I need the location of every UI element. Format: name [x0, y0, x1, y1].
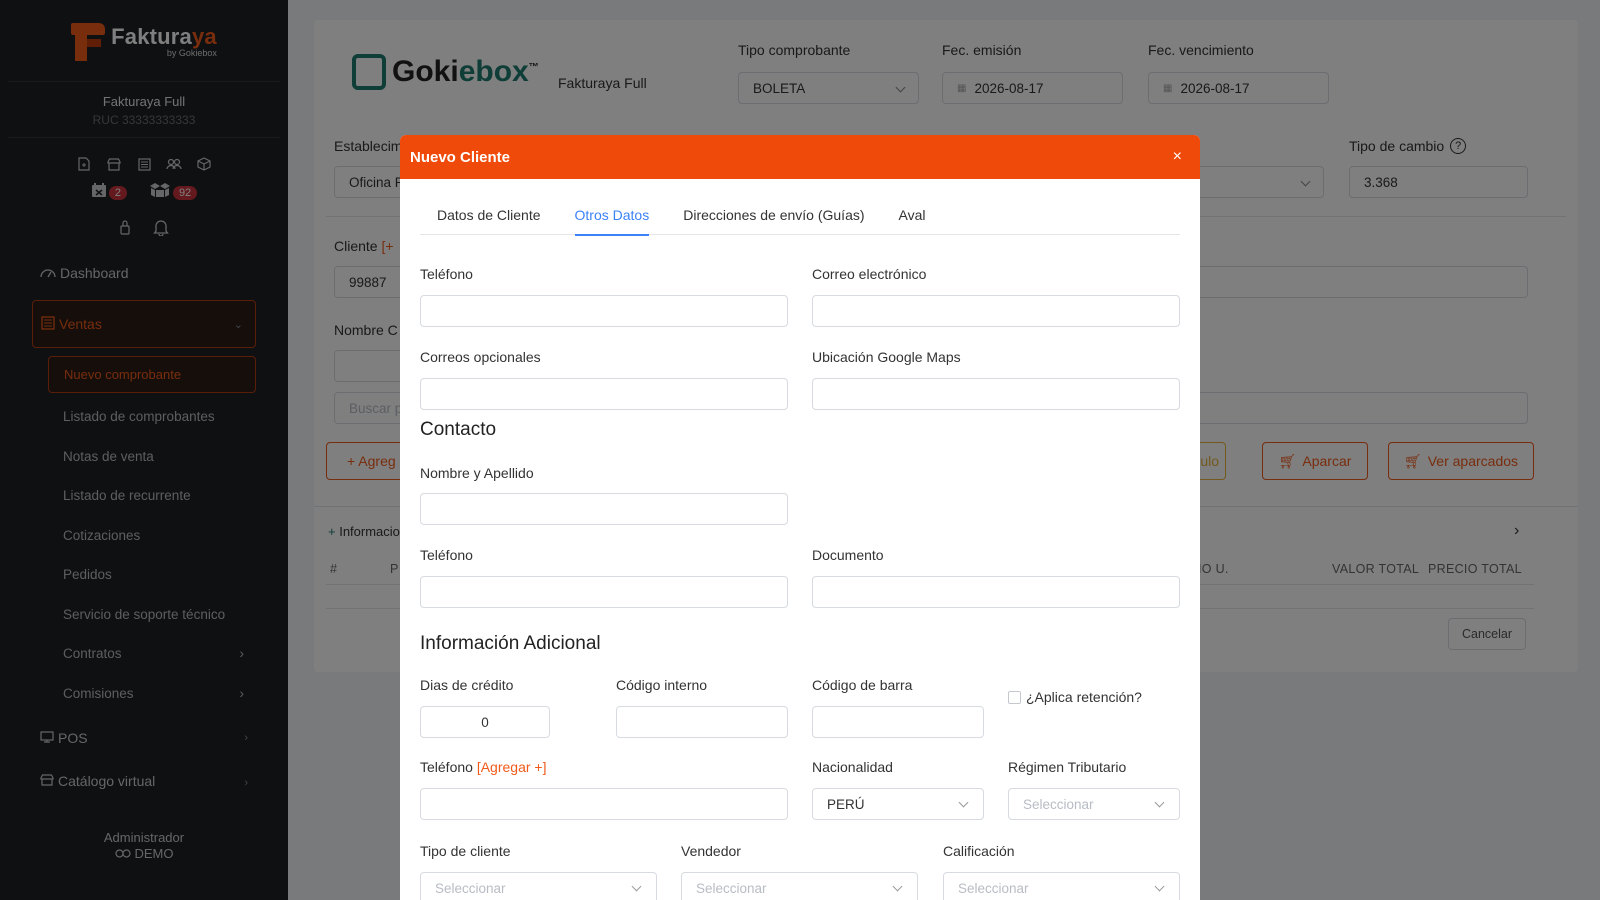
tab-otros-datos[interactable]: Otros Datos [558, 195, 667, 236]
info-adicional-section-title: Información Adicional [420, 633, 601, 654]
dias-credito-input[interactable]: 0 [420, 706, 550, 738]
nombre-apellido-label: Nombre y Apellido [420, 465, 534, 481]
correos-opcionales-label: Correos opcionales [420, 349, 541, 365]
modal-tabs: Datos de Cliente Otros Datos Direcciones… [420, 195, 1180, 236]
codigo-barra-input[interactable] [812, 706, 984, 738]
codigo-interno-label: Código interno [616, 677, 708, 693]
codigo-interno-input[interactable] [616, 706, 788, 738]
aplica-retencion-checkbox[interactable] [1008, 690, 1021, 704]
modal-title: Nuevo Cliente [410, 148, 511, 166]
dias-credito-label: Dias de crédito [420, 677, 514, 693]
aplica-retencion-label: ¿Aplica retención? [1026, 689, 1142, 705]
documento-input[interactable] [812, 576, 1180, 608]
telefono-label: Teléfono [420, 266, 473, 282]
tipo-cliente-label: Tipo de cliente [420, 843, 511, 859]
telefono2-input[interactable] [420, 788, 788, 820]
tab-direcciones-envio[interactable]: Direcciones de envío (Guías) [666, 195, 881, 235]
nuevo-cliente-modal: Nuevo Cliente × Datos de Cliente Otros D… [400, 135, 1200, 900]
tab-datos-cliente[interactable]: Datos de Cliente [420, 195, 558, 235]
calificacion-label: Calificación [943, 843, 1015, 859]
modal-header: Nuevo Cliente × [400, 135, 1200, 179]
tab-aval[interactable]: Aval [882, 195, 943, 235]
nacionalidad-label: Nacionalidad [812, 759, 893, 775]
tipo-cliente-select[interactable]: Seleccionar [420, 872, 657, 900]
ubicacion-input[interactable] [812, 378, 1180, 410]
nacionalidad-select[interactable]: PERÚ [812, 788, 984, 820]
regimen-label: Régimen Tributario [1008, 759, 1127, 775]
regimen-select[interactable]: Seleccionar [1008, 788, 1180, 820]
telefono2-label: Teléfono [Agregar +] [420, 759, 547, 775]
close-icon[interactable]: × [1173, 148, 1182, 166]
vendedor-label: Vendedor [681, 843, 741, 859]
nombre-apellido-input[interactable] [420, 493, 788, 525]
correo-label: Correo electrónico [812, 266, 927, 282]
agregar-telefono-link[interactable]: [Agregar +] [477, 759, 547, 775]
correos-opcionales-input[interactable] [420, 378, 788, 410]
documento-label: Documento [812, 547, 884, 563]
contacto-telefono-input[interactable] [420, 576, 788, 608]
correo-input[interactable] [812, 295, 1180, 327]
codigo-barra-label: Código de barra [812, 677, 913, 693]
telefono-input[interactable] [420, 295, 788, 327]
aplica-retencion-row[interactable]: ¿Aplica retención? [1008, 689, 1142, 705]
calificacion-select[interactable]: Seleccionar [943, 872, 1180, 900]
contacto-telefono-label: Teléfono [420, 547, 473, 563]
ubicacion-label: Ubicación Google Maps [812, 349, 961, 365]
contacto-section-title: Contacto [420, 419, 497, 440]
vendedor-select[interactable]: Seleccionar [681, 872, 918, 900]
